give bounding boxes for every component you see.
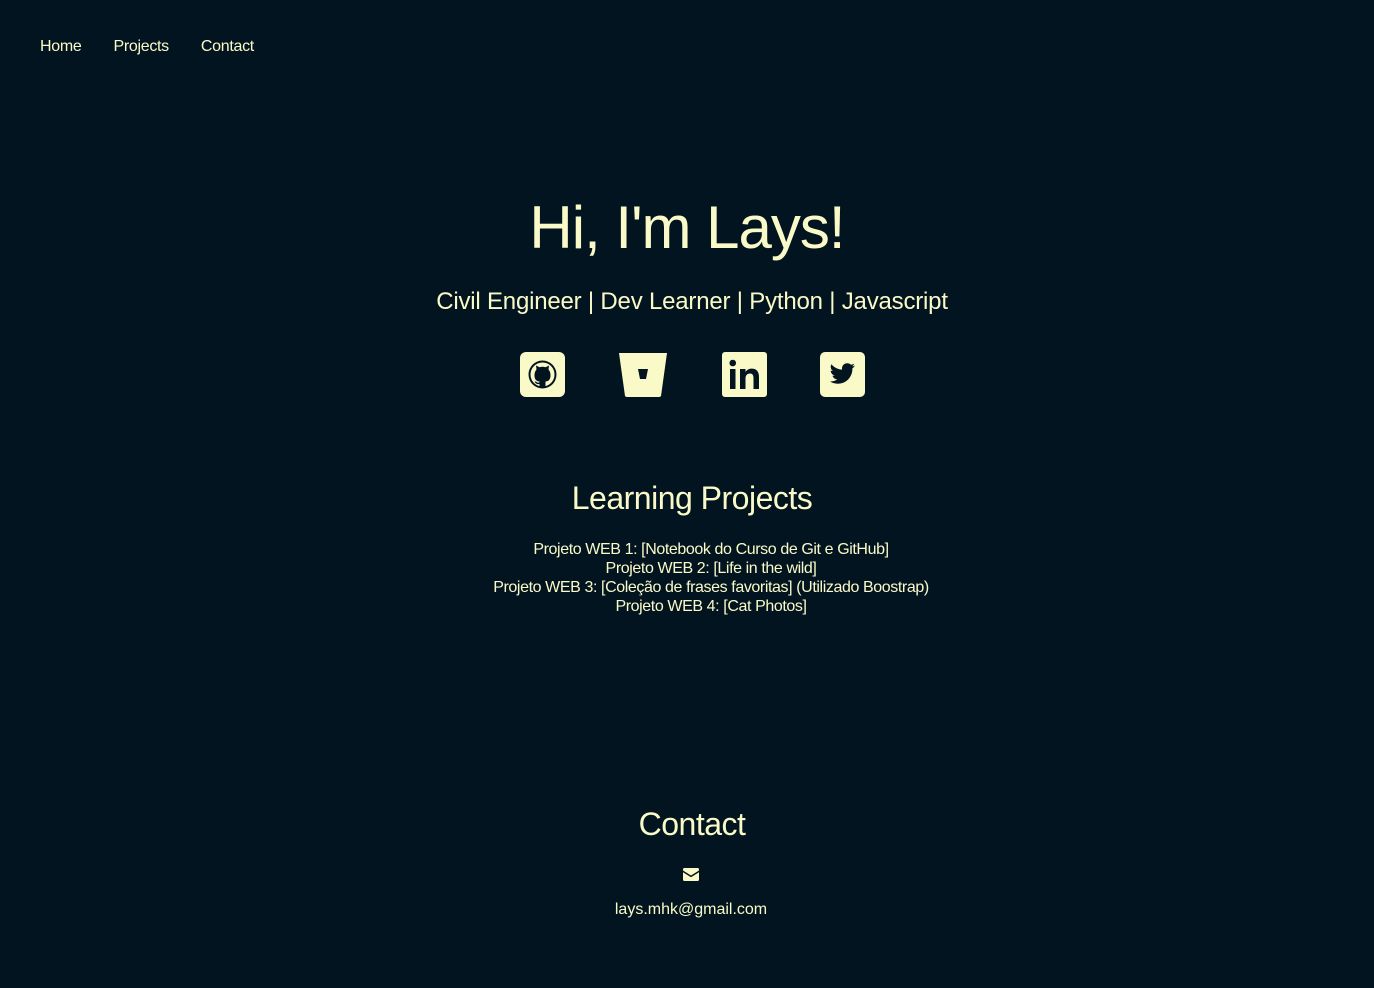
nav-contact-link[interactable]: Contact bbox=[201, 38, 254, 56]
list-item: Projeto WEB 3: [Coleção de frases favori… bbox=[0, 578, 1374, 597]
nav-home-link[interactable]: Home bbox=[40, 38, 82, 56]
twitter-icon bbox=[820, 352, 865, 397]
list-item: Projeto WEB 2: [Life in the wild] bbox=[0, 559, 1374, 578]
bitbucket-icon bbox=[619, 353, 667, 397]
list-item: Projeto WEB 4: [Cat Photos] bbox=[0, 597, 1374, 616]
hero-subtitle: Civil Engineer | Dev Learner | Python | … bbox=[436, 288, 948, 315]
github-link[interactable] bbox=[520, 352, 565, 397]
top-nav: Home Projects Contact bbox=[40, 38, 254, 56]
project-link-3[interactable]: Projeto WEB 3: [Coleção de frases favori… bbox=[493, 579, 929, 596]
hero-title: Hi, I'm Lays! bbox=[529, 194, 845, 261]
projects-list: Projeto WEB 1: [Notebook do Curso de Git… bbox=[0, 540, 1374, 616]
contact-title: Contact bbox=[638, 806, 746, 842]
project-link-1[interactable]: Projeto WEB 1: [Notebook do Curso de Git… bbox=[533, 541, 889, 558]
github-icon bbox=[520, 352, 565, 397]
envelope-icon bbox=[683, 868, 699, 881]
social-links bbox=[520, 352, 865, 398]
bitbucket-link[interactable] bbox=[619, 352, 667, 397]
project-link-4[interactable]: Projeto WEB 4: [Cat Photos] bbox=[615, 598, 806, 615]
twitter-link[interactable] bbox=[820, 352, 865, 397]
nav-projects-link[interactable]: Projects bbox=[113, 38, 169, 56]
list-item: Projeto WEB 1: [Notebook do Curso de Git… bbox=[0, 540, 1374, 559]
linkedin-link[interactable] bbox=[722, 352, 767, 397]
contact-email-link[interactable]: lays.mhk@gmail.com bbox=[0, 901, 1374, 919]
projects-title: Learning Projects bbox=[571, 480, 813, 516]
project-link-2[interactable]: Projeto WEB 2: [Life in the wild] bbox=[606, 560, 817, 577]
linkedin-icon bbox=[722, 352, 767, 397]
